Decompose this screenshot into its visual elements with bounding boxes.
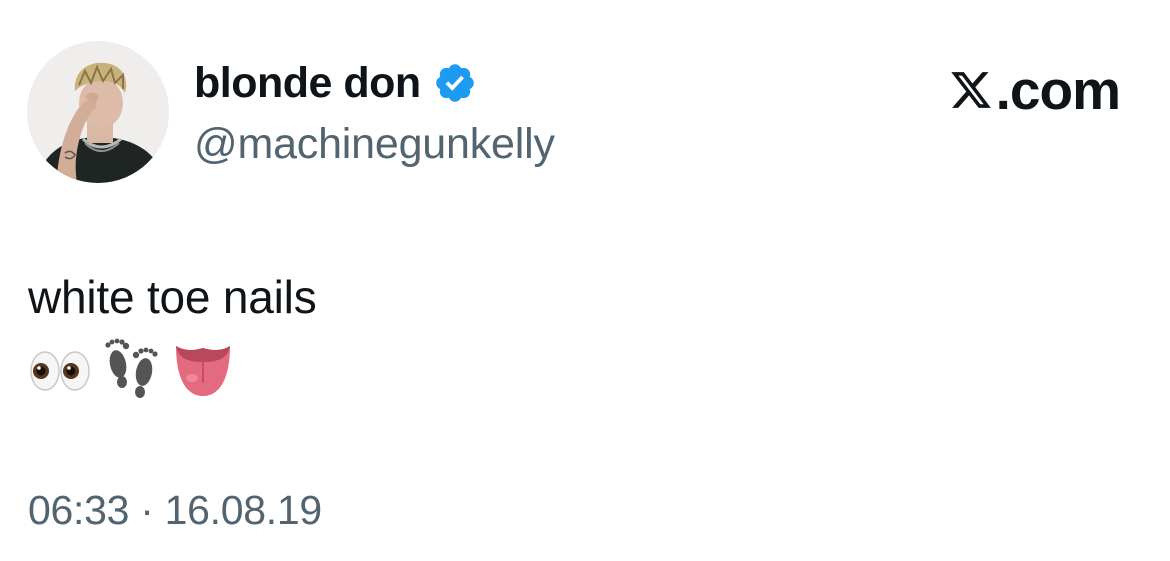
x-logo-icon <box>950 72 991 108</box>
profile-photo <box>27 41 169 183</box>
avatar[interactable] <box>27 41 169 183</box>
author-name-row[interactable]: blonde don <box>194 58 477 108</box>
eyes-emoji <box>30 351 90 391</box>
display-name[interactable]: blonde don <box>194 58 421 108</box>
verified-badge-icon <box>435 64 474 102</box>
site-domain: .com <box>995 59 1121 121</box>
site-label: .com <box>948 58 1121 122</box>
tweet-text: white toe nails <box>28 271 317 323</box>
tongue-emoji <box>176 346 230 396</box>
tweet-timestamp[interactable]: 06:33 · 16.08.19 <box>28 484 322 536</box>
emoji-row <box>28 336 236 402</box>
footprints-emoji <box>105 338 158 398</box>
author-handle[interactable]: @machinegunkelly <box>194 118 555 170</box>
